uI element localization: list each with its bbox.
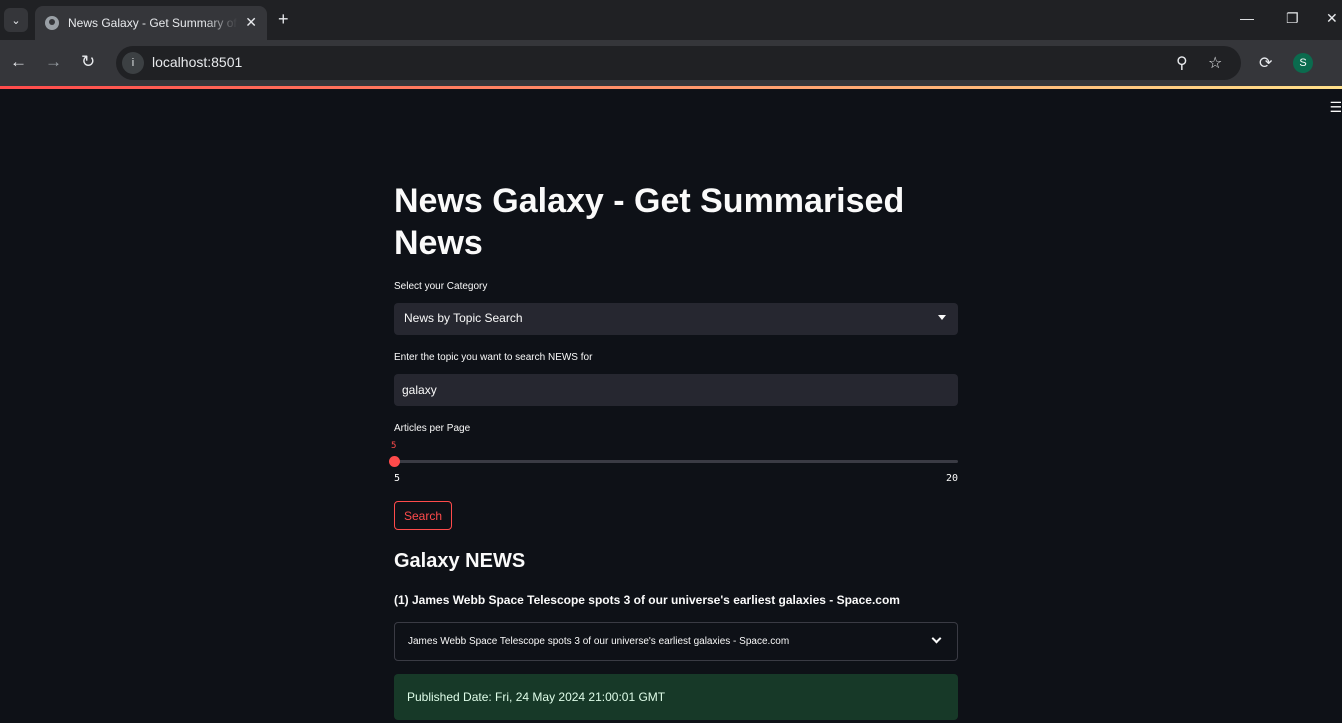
topic-label: Enter the topic you want to search NEWS … (394, 352, 593, 363)
reload-icon[interactable]: ↻ (81, 52, 95, 72)
search-button[interactable]: Search (394, 501, 452, 530)
slider-track[interactable] (394, 460, 958, 463)
minimize-button[interactable]: — (1240, 10, 1254, 26)
slider-min-label: 5 (394, 473, 401, 484)
back-icon[interactable]: ← (10, 52, 27, 72)
restore-button[interactable]: ❐ (1286, 10, 1299, 27)
article-heading: (1) James Webb Space Telescope spots 3 o… (394, 593, 900, 607)
published-date-text: Published Date: Fri, 24 May 2024 21:00:0… (407, 690, 666, 704)
address-bar[interactable]: i localhost:8501 ⚲ ☆ (116, 46, 1241, 80)
url-text[interactable]: localhost:8501 (152, 54, 242, 70)
site-info-icon[interactable]: i (122, 52, 144, 74)
extension-icon[interactable]: ⟳ (1259, 53, 1272, 73)
forward-icon[interactable]: → (45, 52, 62, 72)
browser-menu-icon[interactable]: ⋮ (1335, 52, 1342, 72)
bookmark-star-icon[interactable]: ☆ (1208, 53, 1222, 73)
new-tab-button[interactable]: + (278, 9, 289, 30)
slider-thumb[interactable] (389, 456, 400, 467)
zoom-icon[interactable]: ⚲ (1176, 53, 1188, 73)
tab-close-icon[interactable]: ✕ (245, 14, 257, 31)
topic-input[interactable]: galaxy (394, 374, 958, 406)
article-expander[interactable]: James Webb Space Telescope spots 3 of ou… (394, 622, 958, 661)
slider-max-label: 20 (945, 473, 958, 484)
slider-current-value: 5 (391, 441, 397, 451)
expander-label: James Webb Space Telescope spots 3 of ou… (408, 636, 790, 647)
category-label: Select your Category (394, 281, 488, 292)
browser-tab[interactable]: News Galaxy - Get Summary of ✕ (35, 6, 267, 40)
window-close-button[interactable]: ✕ (1326, 10, 1338, 27)
category-selected-value: News by Topic Search (404, 311, 523, 325)
profile-avatar[interactable]: S (1293, 53, 1313, 73)
app-main: ☰ News Galaxy - Get Summarised News Sele… (0, 89, 1342, 723)
browser-tab-bar: ⌄ News Galaxy - Get Summary of ✕ + — ❐ ✕ (0, 0, 1342, 40)
hamburger-menu-icon[interactable]: ☰ (1329, 99, 1342, 116)
chevron-down-icon (931, 633, 942, 644)
caret-down-icon (938, 315, 946, 320)
category-select[interactable]: News by Topic Search (394, 303, 958, 335)
published-date-alert: Published Date: Fri, 24 May 2024 21:00:0… (394, 674, 958, 720)
slider-label: Articles per Page (394, 423, 471, 434)
browser-toolbar: ← → ↻ i localhost:8501 ⚲ ☆ (0, 40, 1342, 86)
page-title: News Galaxy - Get Summarised News (394, 182, 905, 262)
section-heading: Galaxy NEWS (394, 550, 526, 572)
tab-search-button[interactable]: ⌄ (4, 8, 28, 32)
tab-title: News Galaxy - Get Summary of (68, 16, 237, 30)
globe-icon (45, 16, 59, 30)
